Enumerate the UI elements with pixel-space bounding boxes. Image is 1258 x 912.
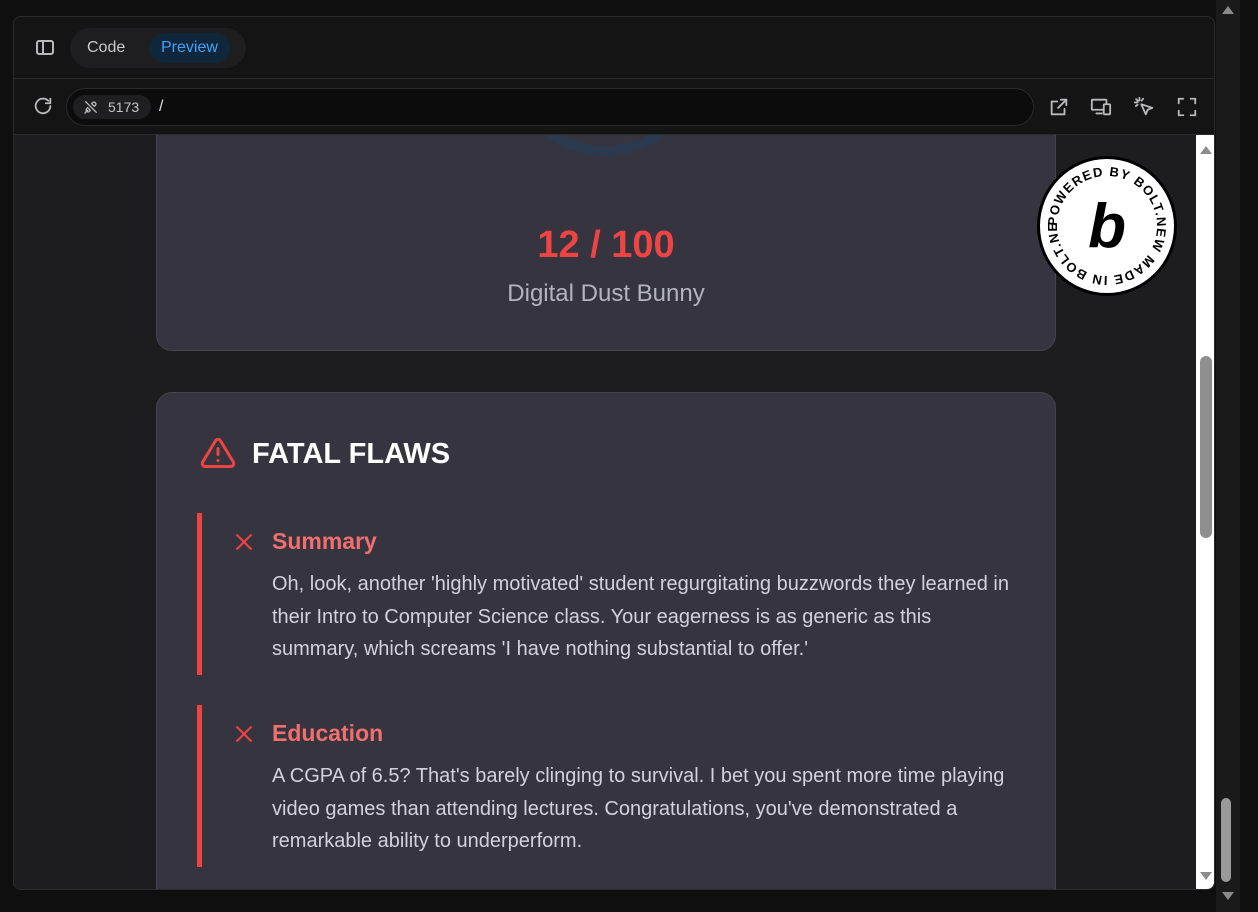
external-link-icon[interactable] (1048, 96, 1070, 118)
preview-viewport: 12 / 100 Digital Dust Bunny FATAL FLAWS … (14, 135, 1196, 889)
preview-scroll-thumb[interactable] (1200, 356, 1212, 538)
scroll-thumb[interactable] (1221, 798, 1231, 882)
tab-code[interactable]: Code (75, 33, 137, 63)
preview-address-bar: 5173 / (14, 79, 1214, 135)
responsive-devices-icon[interactable] (1090, 96, 1112, 118)
score-ring (505, 135, 705, 156)
tab-preview[interactable]: Preview (149, 33, 230, 63)
flaw-text: A CGPA of 6.5? That's barely clinging to… (272, 765, 1005, 852)
flaw-text: Oh, look, another 'highly motivated' stu… (272, 573, 1009, 660)
preview-scroll-down-icon[interactable] (1200, 872, 1212, 880)
flaw-title: Summary (272, 528, 377, 554)
flaw-item: Education A CGPA of 6.5? That's barely c… (197, 705, 1017, 867)
flaw-title: Education (272, 720, 384, 746)
workbench-panel: Code Preview 5173 / 12 / 100 Digital Dus… (13, 16, 1215, 890)
workbench-header: Code Preview (14, 17, 1214, 79)
fatal-flaws-card: FATAL FLAWS Summary Oh, look, another 'h… (156, 392, 1056, 889)
warning-triangle-icon (200, 437, 236, 468)
badge-letter: b (1088, 192, 1126, 261)
sidebar-toggle-icon[interactable] (36, 40, 54, 55)
fullscreen-icon[interactable] (1176, 96, 1198, 118)
close-x-icon (236, 534, 252, 550)
section-title: FATAL FLAWS (252, 438, 451, 470)
plug-icon (84, 101, 97, 114)
url-field[interactable]: 5173 / (66, 88, 1034, 126)
scroll-down-arrow-icon[interactable] (1222, 892, 1234, 900)
close-x-icon (236, 726, 252, 742)
preview-scroll-up-icon[interactable] (1200, 146, 1212, 154)
flaw-item: Summary Oh, look, another 'highly motiva… (197, 513, 1017, 675)
page-scrollbar[interactable] (1216, 0, 1240, 912)
port-number: 5173 (108, 99, 140, 115)
bolt-badge[interactable]: POWERED BY BOLT.NEW MADE IN BOLT.NEW b (1036, 155, 1178, 297)
preview-scrollbar[interactable] (1196, 135, 1214, 889)
pointer-select-icon[interactable] (1133, 96, 1155, 118)
url-path: / (159, 98, 164, 115)
view-switcher: Code Preview (70, 28, 246, 68)
scroll-up-arrow-icon[interactable] (1222, 6, 1234, 14)
score-card: 12 / 100 Digital Dust Bunny (156, 135, 1056, 351)
score-title: Digital Dust Bunny (507, 280, 705, 307)
score-value: 12 / 100 (537, 224, 675, 266)
port-selector[interactable]: 5173 (73, 95, 151, 119)
reload-icon[interactable] (32, 95, 54, 117)
